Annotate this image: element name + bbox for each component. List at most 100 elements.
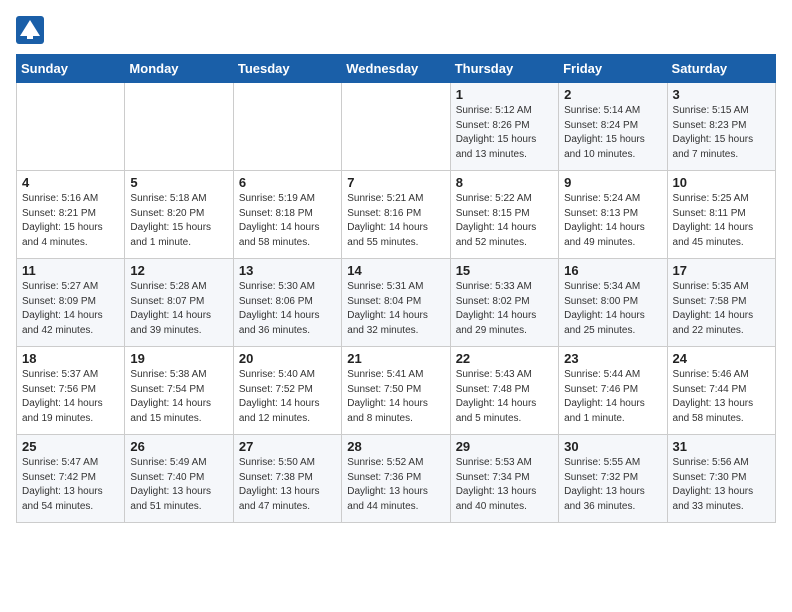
- date-number: 27: [239, 439, 336, 454]
- cell-info: Sunrise: 5:37 AM Sunset: 7:56 PM Dayligh…: [22, 368, 119, 426]
- logo: [16, 16, 48, 44]
- calendar-cell: 2 Sunrise: 5:14 AM Sunset: 8:24 PM Daylig…: [559, 83, 667, 171]
- week-row-2: 4 Sunrise: 5:16 AM Sunset: 8:21 PM Daylig…: [17, 171, 776, 259]
- week-row-4: 18 Sunrise: 5:37 AM Sunset: 7:56 PM Dayli…: [17, 347, 776, 435]
- date-number: 30: [564, 439, 661, 454]
- calendar-cell: 14Sunrise: 5:31 AM Sunset: 8:04 PM Dayli…: [342, 259, 450, 347]
- cell-info: Sunrise: 5:49 AM Sunset: 7:40 PM Dayligh…: [130, 456, 227, 514]
- cell-info: Sunrise: 5:19 AM Sunset: 8:18 PM Dayligh…: [239, 192, 336, 250]
- header-wednesday: Wednesday: [342, 55, 450, 83]
- calendar-cell: [125, 83, 233, 171]
- calendar-cell: 30 Sunrise: 5:55 AM Sunset: 7:32 PM Dayli…: [559, 435, 667, 523]
- cell-info: Sunrise: 5:47 AM Sunset: 7:42 PM Dayligh…: [22, 456, 119, 514]
- calendar-cell: 15 Sunrise: 5:33 AM Sunset: 8:02 PM Dayli…: [450, 259, 558, 347]
- date-number: 29: [456, 439, 553, 454]
- date-number: 2: [564, 87, 661, 102]
- date-number: 10: [673, 175, 770, 190]
- date-number: 31: [673, 439, 770, 454]
- cell-info: Sunrise: 5:21 AM Sunset: 8:16 PM Dayligh…: [347, 192, 444, 250]
- date-number: 26: [130, 439, 227, 454]
- calendar-cell: 29 Sunrise: 5:53 AM Sunset: 7:34 PM Dayli…: [450, 435, 558, 523]
- cell-info: Sunrise: 5:46 AM Sunset: 7:44 PM Dayligh…: [673, 368, 770, 426]
- date-number: 23: [564, 351, 661, 366]
- calendar-cell: 27Sunrise: 5:50 AM Sunset: 7:38 PM Dayli…: [233, 435, 341, 523]
- calendar-table: SundayMondayTuesdayWednesdayThursdayFrid…: [16, 54, 776, 523]
- cell-info: Sunrise: 5:52 AM Sunset: 7:36 PM Dayligh…: [347, 456, 444, 514]
- header-friday: Friday: [559, 55, 667, 83]
- cell-info: Sunrise: 5:34 AM Sunset: 8:00 PM Dayligh…: [564, 280, 661, 338]
- week-row-1: 1 Sunrise: 5:12 AM Sunset: 8:26 PM Daylig…: [17, 83, 776, 171]
- date-number: 22: [456, 351, 553, 366]
- calendar-cell: [233, 83, 341, 171]
- cell-info: Sunrise: 5:31 AM Sunset: 8:04 PM Dayligh…: [347, 280, 444, 338]
- date-number: 18: [22, 351, 119, 366]
- calendar-cell: 19Sunrise: 5:38 AM Sunset: 7:54 PM Dayli…: [125, 347, 233, 435]
- cell-info: Sunrise: 5:22 AM Sunset: 8:15 PM Dayligh…: [456, 192, 553, 250]
- calendar-cell: 11 Sunrise: 5:27 AM Sunset: 8:09 PM Dayli…: [17, 259, 125, 347]
- date-number: 4: [22, 175, 119, 190]
- cell-info: Sunrise: 5:44 AM Sunset: 7:46 PM Dayligh…: [564, 368, 661, 426]
- date-number: 24: [673, 351, 770, 366]
- calendar-cell: 5Sunrise: 5:18 AM Sunset: 8:20 PM Daylig…: [125, 171, 233, 259]
- date-number: 11: [22, 263, 119, 278]
- calendar-cell: 3 Sunrise: 5:15 AM Sunset: 8:23 PM Daylig…: [667, 83, 775, 171]
- days-header-row: SundayMondayTuesdayWednesdayThursdayFrid…: [17, 55, 776, 83]
- date-number: 28: [347, 439, 444, 454]
- calendar-cell: 25 Sunrise: 5:47 AM Sunset: 7:42 PM Dayli…: [17, 435, 125, 523]
- cell-info: Sunrise: 5:18 AM Sunset: 8:20 PM Dayligh…: [130, 192, 227, 250]
- calendar-cell: 4 Sunrise: 5:16 AM Sunset: 8:21 PM Daylig…: [17, 171, 125, 259]
- date-number: 8: [456, 175, 553, 190]
- cell-info: Sunrise: 5:15 AM Sunset: 8:23 PM Dayligh…: [673, 104, 770, 162]
- cell-info: Sunrise: 5:14 AM Sunset: 8:24 PM Dayligh…: [564, 104, 661, 162]
- date-number: 9: [564, 175, 661, 190]
- cell-info: Sunrise: 5:27 AM Sunset: 8:09 PM Dayligh…: [22, 280, 119, 338]
- date-number: 15: [456, 263, 553, 278]
- calendar-cell: 24 Sunrise: 5:46 AM Sunset: 7:44 PM Dayli…: [667, 347, 775, 435]
- date-number: 13: [239, 263, 336, 278]
- calendar-cell: 26 Sunrise: 5:49 AM Sunset: 7:40 PM Dayli…: [125, 435, 233, 523]
- header-monday: Monday: [125, 55, 233, 83]
- cell-info: Sunrise: 5:55 AM Sunset: 7:32 PM Dayligh…: [564, 456, 661, 514]
- date-number: 12: [130, 263, 227, 278]
- header-thursday: Thursday: [450, 55, 558, 83]
- calendar-cell: 18 Sunrise: 5:37 AM Sunset: 7:56 PM Dayli…: [17, 347, 125, 435]
- cell-info: Sunrise: 5:43 AM Sunset: 7:48 PM Dayligh…: [456, 368, 553, 426]
- date-number: 6: [239, 175, 336, 190]
- calendar-cell: 6 Sunrise: 5:19 AM Sunset: 8:18 PM Daylig…: [233, 171, 341, 259]
- date-number: 25: [22, 439, 119, 454]
- logo-icon: [16, 16, 44, 44]
- calendar-cell: 9 Sunrise: 5:24 AM Sunset: 8:13 PM Daylig…: [559, 171, 667, 259]
- cell-info: Sunrise: 5:53 AM Sunset: 7:34 PM Dayligh…: [456, 456, 553, 514]
- date-number: 21: [347, 351, 444, 366]
- calendar-cell: 23 Sunrise: 5:44 AM Sunset: 7:46 PM Dayli…: [559, 347, 667, 435]
- calendar-cell: 21 Sunrise: 5:41 AM Sunset: 7:50 PM Dayli…: [342, 347, 450, 435]
- calendar-cell: 17 Sunrise: 5:35 AM Sunset: 7:58 PM Dayli…: [667, 259, 775, 347]
- date-number: 16: [564, 263, 661, 278]
- calendar-cell: 31 Sunrise: 5:56 AM Sunset: 7:30 PM Dayli…: [667, 435, 775, 523]
- cell-info: Sunrise: 5:40 AM Sunset: 7:52 PM Dayligh…: [239, 368, 336, 426]
- cell-info: Sunrise: 5:25 AM Sunset: 8:11 PM Dayligh…: [673, 192, 770, 250]
- date-number: 7: [347, 175, 444, 190]
- cell-info: Sunrise: 5:30 AM Sunset: 8:06 PM Dayligh…: [239, 280, 336, 338]
- calendar-cell: 10 Sunrise: 5:25 AM Sunset: 8:11 PM Dayli…: [667, 171, 775, 259]
- cell-info: Sunrise: 5:35 AM Sunset: 7:58 PM Dayligh…: [673, 280, 770, 338]
- calendar-cell: 16 Sunrise: 5:34 AM Sunset: 8:00 PM Dayli…: [559, 259, 667, 347]
- calendar-cell: 8 Sunrise: 5:22 AM Sunset: 8:15 PM Daylig…: [450, 171, 558, 259]
- calendar-cell: 1 Sunrise: 5:12 AM Sunset: 8:26 PM Daylig…: [450, 83, 558, 171]
- cell-info: Sunrise: 5:33 AM Sunset: 8:02 PM Dayligh…: [456, 280, 553, 338]
- week-row-5: 25 Sunrise: 5:47 AM Sunset: 7:42 PM Dayli…: [17, 435, 776, 523]
- cell-info: Sunrise: 5:24 AM Sunset: 8:13 PM Dayligh…: [564, 192, 661, 250]
- cell-info: Sunrise: 5:41 AM Sunset: 7:50 PM Dayligh…: [347, 368, 444, 426]
- date-number: 3: [673, 87, 770, 102]
- date-number: 17: [673, 263, 770, 278]
- week-row-3: 11 Sunrise: 5:27 AM Sunset: 8:09 PM Dayli…: [17, 259, 776, 347]
- cell-info: Sunrise: 5:12 AM Sunset: 8:26 PM Dayligh…: [456, 104, 553, 162]
- cell-info: Sunrise: 5:28 AM Sunset: 8:07 PM Dayligh…: [130, 280, 227, 338]
- cell-info: Sunrise: 5:56 AM Sunset: 7:30 PM Dayligh…: [673, 456, 770, 514]
- calendar-cell: 12 Sunrise: 5:28 AM Sunset: 8:07 PM Dayli…: [125, 259, 233, 347]
- calendar-cell: 22 Sunrise: 5:43 AM Sunset: 7:48 PM Dayli…: [450, 347, 558, 435]
- cell-info: Sunrise: 5:16 AM Sunset: 8:21 PM Dayligh…: [22, 192, 119, 250]
- calendar-cell: 13 Sunrise: 5:30 AM Sunset: 8:06 PM Dayli…: [233, 259, 341, 347]
- calendar-cell: 7 Sunrise: 5:21 AM Sunset: 8:16 PM Daylig…: [342, 171, 450, 259]
- date-number: 1: [456, 87, 553, 102]
